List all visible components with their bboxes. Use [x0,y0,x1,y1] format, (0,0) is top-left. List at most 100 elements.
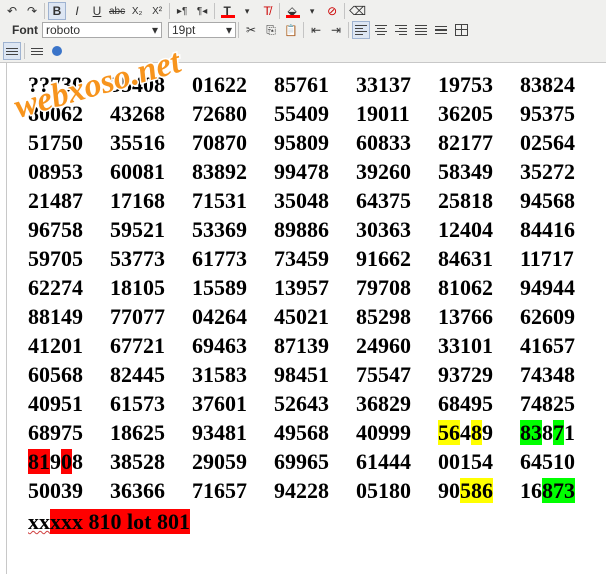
indent-icon[interactable]: ⇥ [327,21,345,39]
number-cell: 75547 [356,362,411,387]
number-cell: 53369 [192,217,247,242]
align-right-icon[interactable] [392,21,410,39]
number-cell: 59705 [28,246,83,271]
number-cell: 82177 [438,130,493,155]
dropdown-arrow-icon[interactable]: ▾ [238,2,256,20]
number-cell: 71657 [192,478,247,503]
number-cell: 98451 [274,362,329,387]
number-cell: 62274 [28,275,83,300]
remove-text-color-icon[interactable]: T̸ [258,2,276,20]
remove-background-color-icon[interactable]: ⊘ [323,2,341,20]
number-cell: 68975 [28,420,83,445]
highlighted-digits: 8 [471,420,482,445]
font-family-select[interactable]: roboto ▾ [42,22,162,38]
text-color-button[interactable]: T [218,2,236,20]
number-cell: 80062 [28,101,83,126]
number-cell: 94568 [520,188,575,213]
number-cell: 60568 [28,362,83,387]
digits: 8 [542,420,553,445]
number-cell: 40999 [356,420,411,445]
font-size-select[interactable]: 19pt ▾ [168,22,236,38]
font-label: Font [12,23,38,37]
ltr-direction-button[interactable]: ▸¶ [173,2,191,20]
rtl-direction-button[interactable]: ¶◂ [193,2,211,20]
highlighted-digits: 81 [28,449,50,474]
number-cell: 08953 [28,159,83,184]
toolbar-divider [303,22,304,38]
number-cell: 74348 [520,362,575,387]
highlighted-digits: 873 [542,478,575,503]
number-cell: 52643 [274,391,329,416]
number-grid: ??730 35408 01622 85761 33137 19753 83824 80062… [28,70,602,505]
number-cell: 56489 [438,418,520,447]
number-cell: 13957 [274,275,329,300]
toolbar-divider [238,22,239,38]
toolbar-row-1: ↶ ↷ B I U abc X₂ X² ▸¶ ¶◂ T ▾ T̸ ⬙ ▾ ⊘ ⌫ [2,1,368,21]
background-color-button[interactable]: ⬙ [283,2,301,20]
number-cell: 81908 [28,447,110,476]
number-cell: 59521 [110,217,165,242]
superscript-button[interactable]: X² [148,2,166,20]
align-center-icon[interactable] [372,21,390,39]
number-cell: 51750 [28,130,83,155]
font-size-value: 19pt [172,23,196,37]
number-cell: 94944 [520,275,575,300]
number-cell: 83892 [192,159,247,184]
redo-icon[interactable]: ↷ [23,2,41,20]
highlighted-digits: 0 [61,449,72,474]
align-justify-icon[interactable] [412,21,430,39]
number-cell: 62609 [520,304,575,329]
table-icon[interactable] [452,21,470,39]
italic-button[interactable]: I [68,2,86,20]
subscript-button[interactable]: X₂ [128,2,146,20]
number-cell: 64375 [356,188,411,213]
number-cell: 45021 [274,304,329,329]
strikethrough-button[interactable]: abc [108,2,126,20]
number-cell: 04264 [192,304,247,329]
number-cell: 85298 [356,304,411,329]
number-cell: 88149 [28,304,83,329]
number-cell: 37601 [192,391,247,416]
number-cell: 60081 [110,159,165,184]
bold-button[interactable]: B [48,2,66,20]
underline-button[interactable]: U [88,2,106,20]
paste-icon[interactable]: 📋 [282,21,300,39]
number-cell: 17168 [110,188,165,213]
number-cell: 36205 [438,101,493,126]
toolbar-divider [279,3,281,19]
highlighted-digits: 83 [520,420,542,445]
align-left-icon[interactable] [352,21,370,39]
outdent-icon[interactable]: ⇤ [307,21,325,39]
digits: 9 [50,449,61,474]
number-cell: 43268 [110,101,165,126]
undo-icon[interactable]: ↶ [3,2,21,20]
number-cell: 02564 [520,130,575,155]
number-cell: ??730 [28,72,83,97]
number-cell: 33137 [356,72,411,97]
toolbar-row-2: Font roboto ▾ 19pt ▾ ✂ ⎘ 📋 ⇤ ⇥ [2,20,471,40]
background-color-swatch [286,15,301,18]
number-cell: 55409 [274,101,329,126]
digits: 8 [72,449,83,474]
dropdown-arrow-icon[interactable]: ▾ [303,2,321,20]
eraser-icon[interactable]: ⌫ [348,2,367,20]
copy-icon[interactable]: ⎘ [262,21,280,39]
number-cell: 58349 [438,159,493,184]
link-icon[interactable] [48,42,66,60]
number-cell: 94228 [274,478,329,503]
cut-icon[interactable]: ✂ [242,21,260,39]
bulleted-list-icon[interactable] [3,42,21,60]
number-cell: 79708 [356,275,411,300]
toolbar-divider [348,22,349,38]
horizontal-rule-icon[interactable] [432,21,450,39]
number-cell: 89886 [274,217,329,242]
footer-highlighted-text: xxx 810 lot 801 [50,509,190,534]
number-cell: 16873 [520,476,602,505]
number-cell: 36366 [110,478,165,503]
number-cell: 11717 [520,246,574,271]
number-cell: 61573 [110,391,165,416]
numbered-list-icon[interactable] [28,42,46,60]
number-cell: 41657 [520,333,575,358]
number-cell: 18105 [110,275,165,300]
number-cell: 84416 [520,217,575,242]
